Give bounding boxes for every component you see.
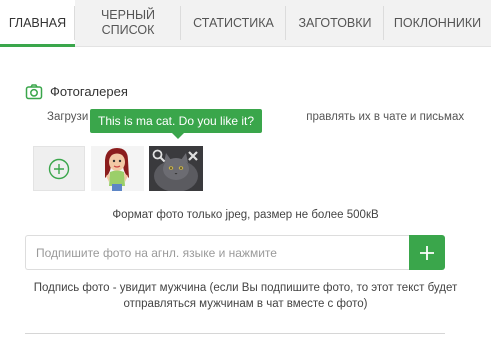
plus-circle-icon bbox=[48, 158, 70, 179]
tab-label: ПОКЛОННИКИ bbox=[393, 15, 482, 30]
photo-thumbnail-cat[interactable] bbox=[149, 146, 203, 191]
tab-fans[interactable]: ПОКЛОННИКИ bbox=[384, 0, 491, 46]
plus-icon bbox=[420, 245, 434, 260]
photo-tooltip: This is ma cat. Do you like it? bbox=[90, 109, 263, 139]
caption-note: Подпись фото - увидит мужчина (если Вы п… bbox=[33, 282, 458, 310]
active-tab-indicator bbox=[0, 44, 75, 47]
tab-label: ГЛАВНАЯ bbox=[8, 15, 67, 30]
photo-thumbnail-avatar[interactable] bbox=[91, 146, 144, 191]
magnifier-icon[interactable] bbox=[152, 149, 166, 163]
tab-label: СТАТИСТИКА bbox=[193, 15, 274, 30]
format-note: Формат фото только jpeg, размер не более… bbox=[112, 209, 379, 221]
hint-start: Загрузи bbox=[47, 111, 89, 123]
tab-label: ЧЕРНЫЙ СПИСОК bbox=[100, 8, 156, 37]
section-title: Фотогалерея bbox=[50, 84, 128, 99]
cartoon-girl-image bbox=[91, 146, 144, 191]
add-caption-button[interactable] bbox=[409, 235, 445, 270]
photo-caption-input[interactable] bbox=[25, 235, 409, 270]
divider bbox=[25, 333, 445, 334]
tab-blacklist[interactable]: ЧЕРНЫЙ СПИСОК bbox=[75, 0, 181, 46]
tab-templates[interactable]: ЗАГОТОВКИ bbox=[286, 0, 384, 46]
close-icon[interactable] bbox=[186, 149, 200, 163]
tab-main[interactable]: ГЛАВНАЯ bbox=[0, 0, 75, 47]
camera-icon bbox=[25, 84, 43, 100]
add-photo-button[interactable] bbox=[33, 146, 85, 191]
hint-end: правлять их в чате и письмах bbox=[306, 111, 465, 123]
tab-bar: ГЛАВНАЯ ЧЕРНЫЙ СПИСОК СТАТИСТИКА ЗАГОТОВ… bbox=[0, 0, 491, 47]
tab-label: ЗАГОТОВКИ bbox=[298, 15, 372, 30]
tab-statistics[interactable]: СТАТИСТИКА bbox=[181, 0, 286, 46]
